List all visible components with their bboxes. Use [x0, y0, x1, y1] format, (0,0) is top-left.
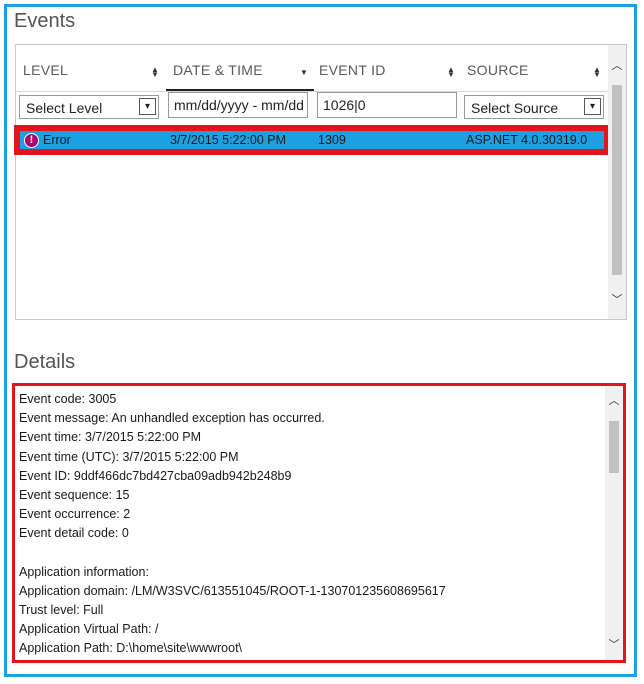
- detail-line: [19, 544, 446, 563]
- detail-line: Event code: 3005: [19, 392, 117, 406]
- column-header-label: DATE & TIME: [173, 62, 263, 78]
- error-icon: !: [24, 133, 39, 148]
- column-header-source[interactable]: SOURCE ▲ ▼: [462, 45, 609, 91]
- column-header-label: EVENT ID: [319, 62, 386, 78]
- detail-line: Event detail code: 0: [19, 526, 129, 541]
- scroll-thumb[interactable]: [609, 421, 619, 473]
- sort-icon[interactable]: ▲ ▼: [447, 66, 455, 79]
- date-filter-input[interactable]: mm/dd/yyyy - mm/dd: [168, 92, 308, 118]
- detail-line: Event time (UTC): 3/7/2015 5:22:00 PM: [19, 449, 239, 464]
- chevron-up-icon[interactable]: ︿: [605, 392, 623, 410]
- source-filter-select[interactable]: Select Source ▾: [464, 95, 604, 119]
- events-title: Events: [14, 10, 76, 32]
- detail-line: Event ID: 9ddf466dc7bd427cba09adb942b248…: [19, 468, 292, 483]
- column-header-label: SOURCE: [467, 62, 529, 78]
- column-header-level[interactable]: LEVEL ▲ ▼: [16, 45, 166, 91]
- column-header-label: LEVEL: [23, 62, 69, 78]
- chevron-down-icon[interactable]: ﹀: [608, 291, 626, 309]
- details-text: Event code: 3005 Event message: An unhan…: [19, 390, 446, 659]
- event-id-filter-input[interactable]: 1026|0: [317, 92, 457, 118]
- details-panel: Event code: 3005 Event message: An unhan…: [12, 383, 626, 663]
- scroll-thumb[interactable]: [612, 85, 622, 275]
- detail-line: Event sequence: 15: [19, 487, 130, 502]
- row-level: Error: [43, 133, 71, 147]
- row-datetime: 3/7/2015 5:22:00 PM: [170, 133, 287, 147]
- events-header: LEVEL ▲ ▼ DATE & TIME ▼ EVENT ID ▲ ▼ SOURC…: [16, 45, 609, 92]
- date-filter-value: mm/dd/yyyy - mm/dd: [174, 97, 304, 113]
- details-title: Details: [14, 351, 76, 373]
- detail-line: Application Virtual Path: /: [19, 622, 159, 637]
- chevron-down-icon[interactable]: ﹀: [605, 636, 623, 654]
- level-filter-value: Select Level: [26, 100, 103, 116]
- detail-line: Application domain: /LM/W3SVC/613551045/…: [19, 583, 446, 598]
- level-filter-select[interactable]: Select Level ▾: [19, 95, 159, 119]
- detail-line: Event occurrence: 2: [19, 507, 131, 522]
- table-row[interactable]: ! Error 3/7/2015 5:22:00 PM 1309 ASP.NET…: [14, 125, 610, 155]
- row-source: ASP.NET 4.0.30319.0: [466, 133, 588, 147]
- detail-line: Application Path: D:\home\site\wwwroot\: [19, 641, 243, 656]
- chevron-down-icon[interactable]: ▾: [584, 98, 601, 115]
- events-grid: LEVEL ▲ ▼ DATE & TIME ▼ EVENT ID ▲ ▼ SOURC…: [14, 44, 627, 320]
- column-header-datetime[interactable]: DATE & TIME ▼: [166, 45, 314, 91]
- row-highlight: ! Error 3/7/2015 5:22:00 PM 1309 ASP.NET…: [20, 131, 604, 149]
- sort-icon[interactable]: ▲ ▼: [151, 66, 159, 79]
- detail-line: Trust level: Full: [19, 603, 104, 618]
- filter-row: Select Level ▾ mm/dd/yyyy - mm/dd 1026|0…: [16, 92, 609, 123]
- events-scrollbar[interactable]: ︿ ﹀: [608, 45, 626, 319]
- chevron-up-icon[interactable]: ︿: [608, 57, 626, 75]
- sort-desc-icon[interactable]: ▼: [300, 69, 308, 77]
- sort-icon[interactable]: ▲ ▼: [593, 66, 601, 79]
- chevron-down-icon[interactable]: ▾: [139, 98, 156, 115]
- detail-line: Event time: 3/7/2015 5:22:00 PM: [19, 430, 202, 445]
- detail-line: Application information:: [19, 564, 149, 579]
- column-header-event-id[interactable]: EVENT ID ▲ ▼: [314, 45, 462, 91]
- row-event-id: 1309: [318, 133, 346, 147]
- event-id-filter-value: 1026|0: [323, 97, 366, 113]
- details-scrollbar[interactable]: ︿ ﹀: [605, 386, 623, 660]
- detail-line: Event message: An unhandled exception ha…: [19, 411, 325, 426]
- source-filter-value: Select Source: [471, 100, 559, 116]
